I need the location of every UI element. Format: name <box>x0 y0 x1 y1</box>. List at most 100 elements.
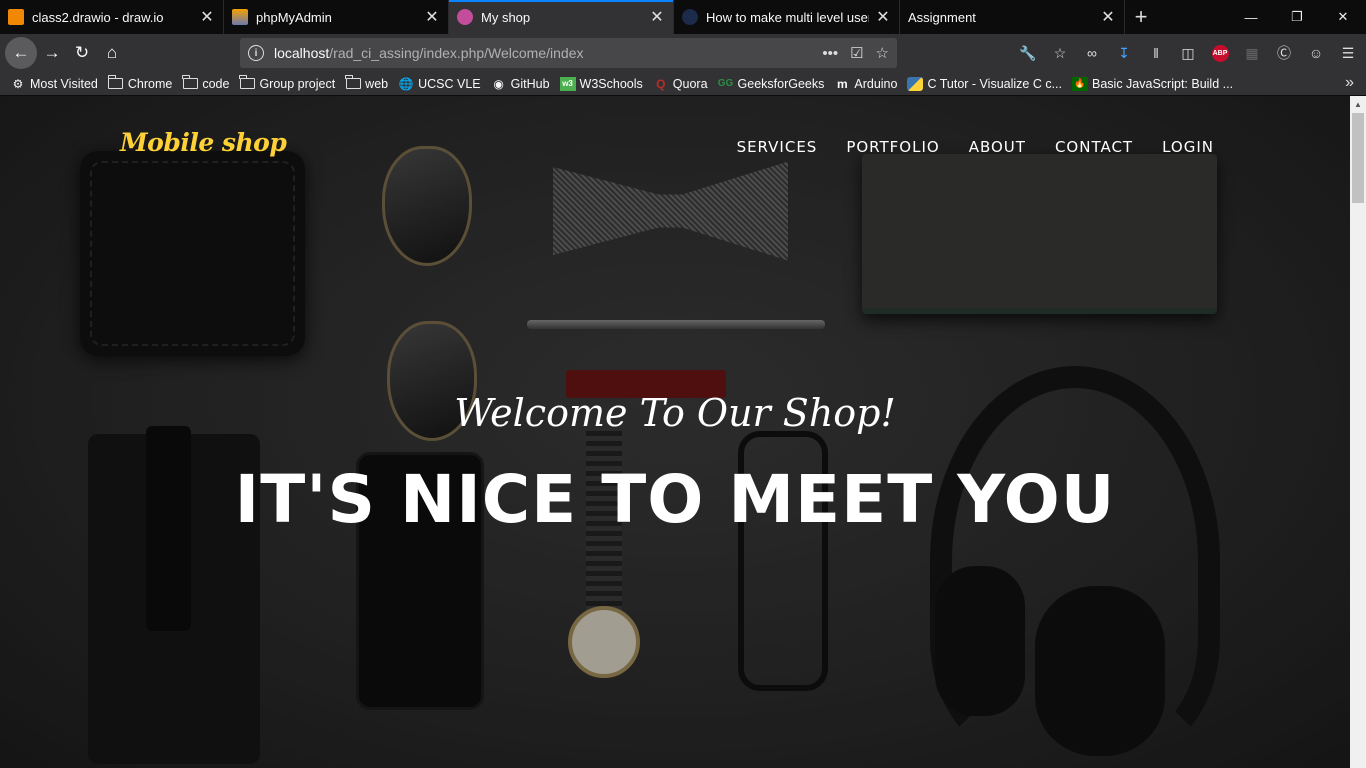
page-scrollbar[interactable]: ▲ <box>1350 96 1366 768</box>
scrollbar-thumb[interactable] <box>1352 113 1364 203</box>
bookmark-chrome[interactable]: Chrome <box>107 75 173 91</box>
bookmark-quora[interactable]: Q Quora <box>653 76 708 91</box>
close-icon[interactable]: ✕ <box>424 7 440 27</box>
gfg-icon: GG <box>717 78 734 89</box>
site-nav: SERVICES PORTFOLIO ABOUT CONTACT LOGIN <box>737 138 1214 156</box>
site-brand-link[interactable]: Mobile shop <box>120 128 287 157</box>
phpmyadmin-icon <box>232 9 248 25</box>
bookmark-label: Group project <box>259 76 336 91</box>
nav-portfolio-link[interactable]: PORTFOLIO <box>846 138 939 156</box>
restore-icon[interactable]: ❐ <box>1274 0 1320 34</box>
back-arrow-icon[interactable]: ← <box>5 37 37 69</box>
library-icon[interactable]: ‖ <box>1144 41 1168 65</box>
tab-title: My shop <box>481 9 531 25</box>
bookmark-label: C Tutor - Visualize C c... <box>927 76 1063 91</box>
tab-my-shop[interactable]: My shop ✕ <box>449 0 674 34</box>
bookmark-star-icon[interactable]: ☆ <box>876 44 889 62</box>
folder-icon <box>182 75 198 91</box>
arduino-icon: m <box>837 76 848 91</box>
drawio-icon <box>8 9 24 25</box>
bookmarks-toolbar: ⚙ Most Visited Chrome code Group project … <box>0 72 1366 96</box>
bookmark-label: W3Schools <box>579 76 643 91</box>
bookmark-label: web <box>365 76 389 91</box>
close-icon[interactable]: ✕ <box>1100 7 1116 27</box>
extension-icon[interactable]: ▦ <box>1240 41 1264 65</box>
reload-icon[interactable]: ↻ <box>67 38 97 68</box>
bookmark-label: GitHub <box>510 76 550 91</box>
pocket-icon[interactable]: ☑ <box>850 44 863 62</box>
close-window-icon[interactable]: ✕ <box>1320 0 1366 34</box>
w3schools-icon: w3 <box>559 76 576 91</box>
nav-toolbar: ← → ↻ ⌂ i localhost/rad_ci_assing/index.… <box>0 34 1366 72</box>
bookmark-code[interactable]: code <box>182 75 230 91</box>
address-bar[interactable]: i localhost/rad_ci_assing/index.php/Welc… <box>240 38 897 68</box>
adblock-icon[interactable]: ABP <box>1208 41 1232 65</box>
menu-icon[interactable]: ☰ <box>1336 41 1360 65</box>
tab-assignment[interactable]: Assignment ✕ <box>900 0 1125 34</box>
tab-drawio[interactable]: class2.drawio - draw.io ✕ <box>0 0 224 34</box>
new-tab-button[interactable]: + <box>1125 0 1157 34</box>
page-actions-icon[interactable]: ••• <box>822 45 838 62</box>
nav-contact-link[interactable]: CONTACT <box>1055 138 1133 156</box>
globe-icon: 🌐 <box>398 76 414 91</box>
minimize-icon[interactable]: — <box>1228 0 1274 34</box>
bookmark-basic-javascript[interactable]: 🔥 Basic JavaScript: Build ... <box>1072 76 1234 91</box>
account-icon[interactable]: ☺ <box>1304 41 1328 65</box>
url-path: /rad_ci_assing/index.php/Welcome/index <box>329 45 584 61</box>
folder-icon <box>345 75 361 91</box>
quora-icon: Q <box>656 76 666 91</box>
nav-services-link[interactable]: SERVICES <box>737 138 818 156</box>
bookmark-label: GeeksforGeeks <box>737 76 825 91</box>
home-icon[interactable]: ⌂ <box>97 38 127 68</box>
bookmark-ucsc-vle[interactable]: 🌐 UCSC VLE <box>398 77 481 91</box>
bookmark-most-visited[interactable]: ⚙ Most Visited <box>10 77 98 91</box>
sidebar-icon[interactable]: ◫ <box>1176 41 1200 65</box>
gear-icon: ⚙ <box>12 76 24 91</box>
bookmark-label: Basic JavaScript: Build ... <box>1092 76 1234 91</box>
folder-icon <box>239 75 255 91</box>
window-controls: — ❐ ✕ <box>1228 0 1366 34</box>
nav-login-link[interactable]: LOGIN <box>1162 138 1214 156</box>
close-icon[interactable]: ✕ <box>649 7 665 27</box>
bookmark-w3schools[interactable]: w3 W3Schools <box>559 76 643 91</box>
info-icon[interactable]: i <box>248 45 264 61</box>
wrench-icon[interactable]: 🔧 <box>1016 41 1040 65</box>
bookmark-label: Quora <box>672 76 708 91</box>
site-favicon-icon <box>682 9 698 25</box>
tab-title: phpMyAdmin <box>256 9 332 25</box>
bookmark-label: Chrome <box>127 76 173 91</box>
url-host: localhost <box>274 45 330 61</box>
bookmark-github[interactable]: ◉ GitHub <box>491 76 550 91</box>
mask-icon[interactable]: ∞ <box>1080 41 1104 65</box>
bookmark-web[interactable]: web <box>345 75 389 91</box>
bookmark-geeksforgeeks[interactable]: GG GeeksforGeeks <box>718 77 825 91</box>
download-icon[interactable]: ↧ <box>1112 41 1136 65</box>
scroll-up-icon[interactable]: ▲ <box>1350 96 1366 112</box>
wappalyzer-icon[interactable]: Ⓒ <box>1272 41 1296 65</box>
close-icon[interactable]: ✕ <box>199 7 215 27</box>
bookmark-group-project[interactable]: Group project <box>239 75 336 91</box>
tab-strip: class2.drawio - draw.io ✕ phpMyAdmin ✕ M… <box>0 0 1366 34</box>
bookmark-c-tutor[interactable]: C Tutor - Visualize C c... <box>907 76 1063 91</box>
python-icon <box>907 76 924 91</box>
tab-title: class2.drawio - draw.io <box>32 9 164 25</box>
bookmark-label: Arduino <box>854 76 898 91</box>
hero-subheading: Welcome To Our Shop! <box>454 391 896 435</box>
nav-about-link[interactable]: ABOUT <box>969 138 1026 156</box>
forward-arrow-icon[interactable]: → <box>37 38 67 68</box>
tab-multi-level-user[interactable]: How to make multi level user lo ✕ <box>674 0 900 34</box>
bookmark-label: code <box>202 76 230 91</box>
github-icon: ◉ <box>493 76 504 91</box>
page-viewport: Mobile shop SERVICES PORTFOLIO ABOUT CON… <box>0 96 1350 768</box>
site-favicon-icon <box>457 9 473 25</box>
tab-phpmyadmin[interactable]: phpMyAdmin ✕ <box>224 0 449 34</box>
hero-heading: IT'S NICE TO MEET YOU <box>234 461 1116 538</box>
tab-title: Assignment <box>908 9 976 25</box>
toolbar-icons: 🔧 ☆ ∞ ↧ ‖ ◫ ABP ▦ Ⓒ ☺ ☰ <box>1016 38 1360 68</box>
close-icon[interactable]: ✕ <box>875 7 891 27</box>
bookmark-label: Most Visited <box>30 76 98 91</box>
star-list-icon[interactable]: ☆ <box>1048 41 1072 65</box>
bookmark-arduino[interactable]: m Arduino <box>834 77 897 91</box>
chevron-right-icon[interactable]: » <box>1345 74 1354 92</box>
fcc-icon: 🔥 <box>1072 76 1089 91</box>
